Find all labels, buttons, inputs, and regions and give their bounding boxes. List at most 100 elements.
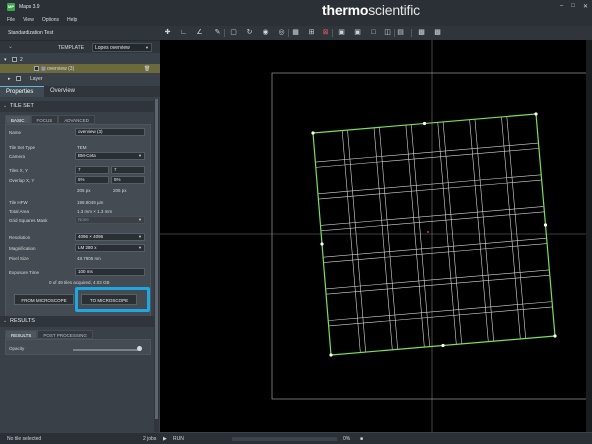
menu-file[interactable]: File — [7, 17, 15, 23]
camera-label: Camera — [9, 154, 26, 159]
stage-boundary — [271, 72, 586, 400]
opacity-label: Opacity — [9, 346, 25, 351]
tiles-label: Tiles X, Y — [9, 168, 29, 173]
window-title: Maps 3.9 — [19, 4, 40, 10]
tree-node[interactable]: ▾ 2 — [0, 55, 160, 64]
results-title: RESULTS — [10, 318, 35, 324]
total-area-row: Total Area 1.3 mm × 1.3 mm — [9, 207, 149, 216]
subtab-basic[interactable]: BASIC — [5, 115, 31, 124]
total-area-label: Total Area — [9, 209, 30, 214]
resize-handle[interactable] — [422, 121, 427, 126]
delete-icon[interactable]: 🗑 — [144, 66, 150, 72]
resize-handle[interactable] — [320, 242, 324, 246]
display-icon[interactable]: ▩ — [417, 28, 426, 37]
properties-scrollbar[interactable] — [154, 99, 159, 444]
menu-view[interactable]: View — [23, 17, 34, 23]
layout-icon[interactable]: ◫ — [383, 28, 392, 37]
camera-select[interactable]: BM-Ceta ▼ — [75, 152, 145, 160]
zoom-in-icon[interactable]: ▣ — [337, 28, 346, 37]
resolution-value: 4096 × 4096 — [78, 234, 104, 239]
status-bar: No tile selected 2 jobs ▶ RUN 0% ■ — [0, 432, 592, 444]
chevron-down-icon: ▼ — [138, 245, 142, 250]
overlap-label: Overlap X, Y — [9, 178, 35, 183]
acquire-icon[interactable]: ◎ — [277, 28, 286, 37]
viewer-canvas[interactable] — [160, 40, 586, 432]
ruler-icon[interactable]: ✎ — [213, 28, 222, 37]
subtab-focus[interactable]: FOCUS — [30, 115, 59, 124]
resize-handle[interactable] — [553, 334, 557, 338]
tab-properties[interactable]: Properties — [0, 86, 44, 97]
minimize-icon[interactable]: – — [560, 3, 563, 10]
chevron-down-icon[interactable]: ⌄ — [8, 43, 13, 50]
axes-icon[interactable]: ∟ — [179, 28, 188, 37]
tiles-x-input[interactable]: 7 — [75, 166, 109, 174]
visibility-checkbox[interactable] — [12, 57, 17, 62]
template-select[interactable]: Lopes overview ▼ — [92, 43, 152, 52]
resize-handle[interactable] — [329, 353, 333, 357]
tile-icon[interactable]: ▦ — [291, 28, 300, 37]
exposure-input[interactable]: 100 ms — [75, 268, 145, 276]
settings-icon[interactable]: ▩ — [433, 28, 442, 37]
opacity-slider[interactable] — [73, 349, 141, 351]
grid-mask-label: Grid Squares Mask — [9, 218, 48, 223]
overlap-px-row: 205 px 205 px — [9, 186, 149, 195]
move-icon[interactable]: ✚ — [163, 28, 172, 37]
resolution-select[interactable]: 4096 × 4096 ▼ — [75, 233, 145, 241]
resize-handle[interactable] — [441, 343, 445, 348]
tile-set-header[interactable]: ⌄ TILE SET — [0, 101, 156, 112]
camera-value: BM-Ceta — [78, 153, 96, 158]
stop-icon[interactable]: ■ — [360, 436, 363, 442]
magnification-select[interactable]: LM 280 x ▼ — [75, 244, 145, 252]
tree-layer[interactable]: ▸ Layer — [0, 74, 160, 83]
export-icon[interactable]: ▤ — [396, 28, 405, 37]
results-header[interactable]: ⌄ RESULTS — [0, 316, 156, 327]
image-viewer[interactable] — [160, 40, 586, 432]
tab-overview[interactable]: Overview — [44, 86, 80, 97]
resize-handle[interactable] — [534, 112, 538, 116]
magnification-value: LM 280 x — [78, 245, 97, 250]
name-input[interactable]: overview (3) — [75, 128, 145, 136]
subtab-results[interactable]: RESULTS — [5, 330, 38, 339]
subtab-post-processing[interactable]: POST PROCESSING — [37, 330, 93, 339]
close-icon[interactable]: ✕ — [583, 3, 588, 10]
tree-item-selected[interactable]: ▦ overview (3) 🗑 — [0, 64, 160, 73]
expand-icon[interactable]: ▸ — [8, 76, 11, 82]
overlap-px-x: 205 px — [77, 188, 91, 193]
camera-icon[interactable]: ◉ — [261, 28, 270, 37]
tiles-y-input[interactable]: 7 — [111, 166, 145, 174]
menu-options[interactable]: Options — [42, 17, 59, 23]
brand-logo: thermoscientific — [322, 2, 420, 18]
tile-grid[interactable] — [311, 112, 557, 357]
grid-mask-select[interactable]: None ▼ — [75, 216, 145, 224]
scrollbar-thumb[interactable] — [155, 99, 158, 419]
subtab-advanced[interactable]: ADVANCED — [58, 115, 95, 124]
overlap-y-input[interactable]: 5% — [111, 176, 145, 184]
resize-handle[interactable] — [311, 131, 315, 135]
run-icon[interactable]: ▶ — [163, 436, 167, 442]
menu-bar: File View Options Help — [7, 17, 77, 23]
add-icon[interactable]: ⊞ — [307, 28, 316, 37]
chevron-down-icon: ▼ — [138, 234, 142, 239]
maximize-icon[interactable]: □ — [571, 3, 575, 10]
zoom-out-icon[interactable]: ▣ — [353, 28, 362, 37]
jobs-count[interactable]: 2 jobs — [143, 436, 156, 442]
visibility-checkbox[interactable] — [16, 76, 21, 81]
close-icon[interactable]: ⊠ — [321, 28, 330, 37]
viewer-scrollbar[interactable] — [586, 40, 592, 432]
resize-handle[interactable] — [543, 223, 548, 227]
run-button[interactable]: RUN — [173, 436, 184, 442]
visibility-checkbox[interactable] — [34, 66, 39, 71]
menu-help[interactable]: Help — [67, 17, 77, 23]
project-row[interactable]: Standardization Test — [0, 26, 160, 40]
measure-icon[interactable]: ∠ — [195, 28, 204, 37]
overlap-x-input[interactable]: 5% — [75, 176, 109, 184]
expand-icon[interactable]: ▾ — [4, 57, 7, 63]
fit-icon[interactable]: □ — [369, 28, 378, 37]
tile-hfw-row: Tile HFW 199.8049 µm — [9, 198, 149, 207]
progress-bar — [232, 437, 337, 441]
select-icon[interactable]: ▢ — [229, 28, 238, 37]
tree-node-label: 2 — [20, 57, 23, 63]
rotate-icon[interactable]: ↻ — [245, 28, 254, 37]
from-microscope-button[interactable]: FROM MICROSCOPE — [14, 294, 74, 305]
to-microscope-button[interactable]: TO MICROSCOPE — [81, 294, 137, 305]
